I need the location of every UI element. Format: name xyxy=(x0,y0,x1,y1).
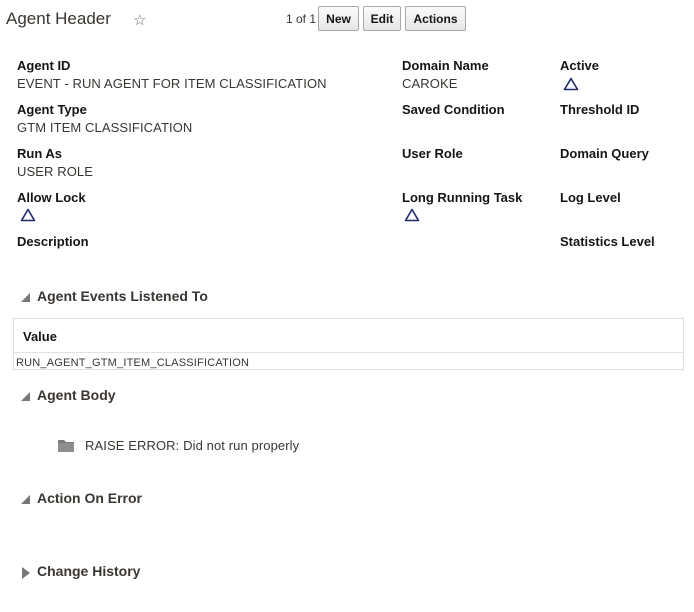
change-history-section-title[interactable]: Change History xyxy=(37,563,140,579)
domain-name-value: CAROKE xyxy=(402,76,458,91)
edit-button[interactable]: Edit xyxy=(363,6,401,31)
collapse-arrow-icon[interactable] xyxy=(20,292,31,303)
new-button[interactable]: New xyxy=(318,6,359,31)
active-triangle-icon xyxy=(563,77,579,91)
allow-lock-triangle-icon xyxy=(20,208,36,222)
agent-id-label: Agent ID xyxy=(17,58,71,73)
actions-button[interactable]: Actions xyxy=(405,6,466,31)
saved-condition-label: Saved Condition xyxy=(402,102,505,117)
user-role-label: User Role xyxy=(402,146,463,161)
page-title: Agent Header xyxy=(6,9,111,28)
agent-body-section-title[interactable]: Agent Body xyxy=(37,387,116,403)
record-counter: 1 of 1 xyxy=(286,12,317,26)
agent-events-section-title[interactable]: Agent Events Listened To xyxy=(37,288,208,304)
domain-name-label: Domain Name xyxy=(402,58,489,73)
events-column-value-header: Value xyxy=(23,329,57,344)
long-running-task-triangle-icon xyxy=(404,208,420,222)
allow-lock-label: Allow Lock xyxy=(17,190,86,205)
statistics-level-label: Statistics Level xyxy=(560,234,655,249)
table-divider xyxy=(14,352,684,353)
threshold-id-label: Threshold ID xyxy=(560,102,640,117)
agent-id-value: EVENT - RUN AGENT FOR ITEM CLASSIFICATIO… xyxy=(17,76,327,91)
log-level-label: Log Level xyxy=(560,190,621,205)
collapse-arrow-icon[interactable] xyxy=(20,494,31,505)
events-table-row: RUN_AGENT_GTM_ITEM_CLASSIFICATION xyxy=(16,357,250,369)
favorite-star-icon[interactable]: ☆ xyxy=(133,11,146,29)
expand-arrow-icon[interactable] xyxy=(21,566,31,580)
folder-icon xyxy=(58,440,74,452)
run-as-label: Run As xyxy=(17,146,63,161)
long-running-task-label: Long Running Task xyxy=(402,190,523,205)
agent-type-label: Agent Type xyxy=(17,102,87,117)
active-label: Active xyxy=(560,58,600,73)
run-as-value: USER ROLE xyxy=(17,164,94,179)
action-on-error-section-title[interactable]: Action On Error xyxy=(37,490,142,506)
description-label: Description xyxy=(17,234,89,249)
agent-body-item[interactable]: RAISE ERROR: Did not run properly xyxy=(85,438,299,453)
collapse-arrow-icon[interactable] xyxy=(20,391,31,402)
domain-query-label: Domain Query xyxy=(560,146,649,161)
agent-type-value: GTM ITEM CLASSIFICATION xyxy=(17,120,193,135)
